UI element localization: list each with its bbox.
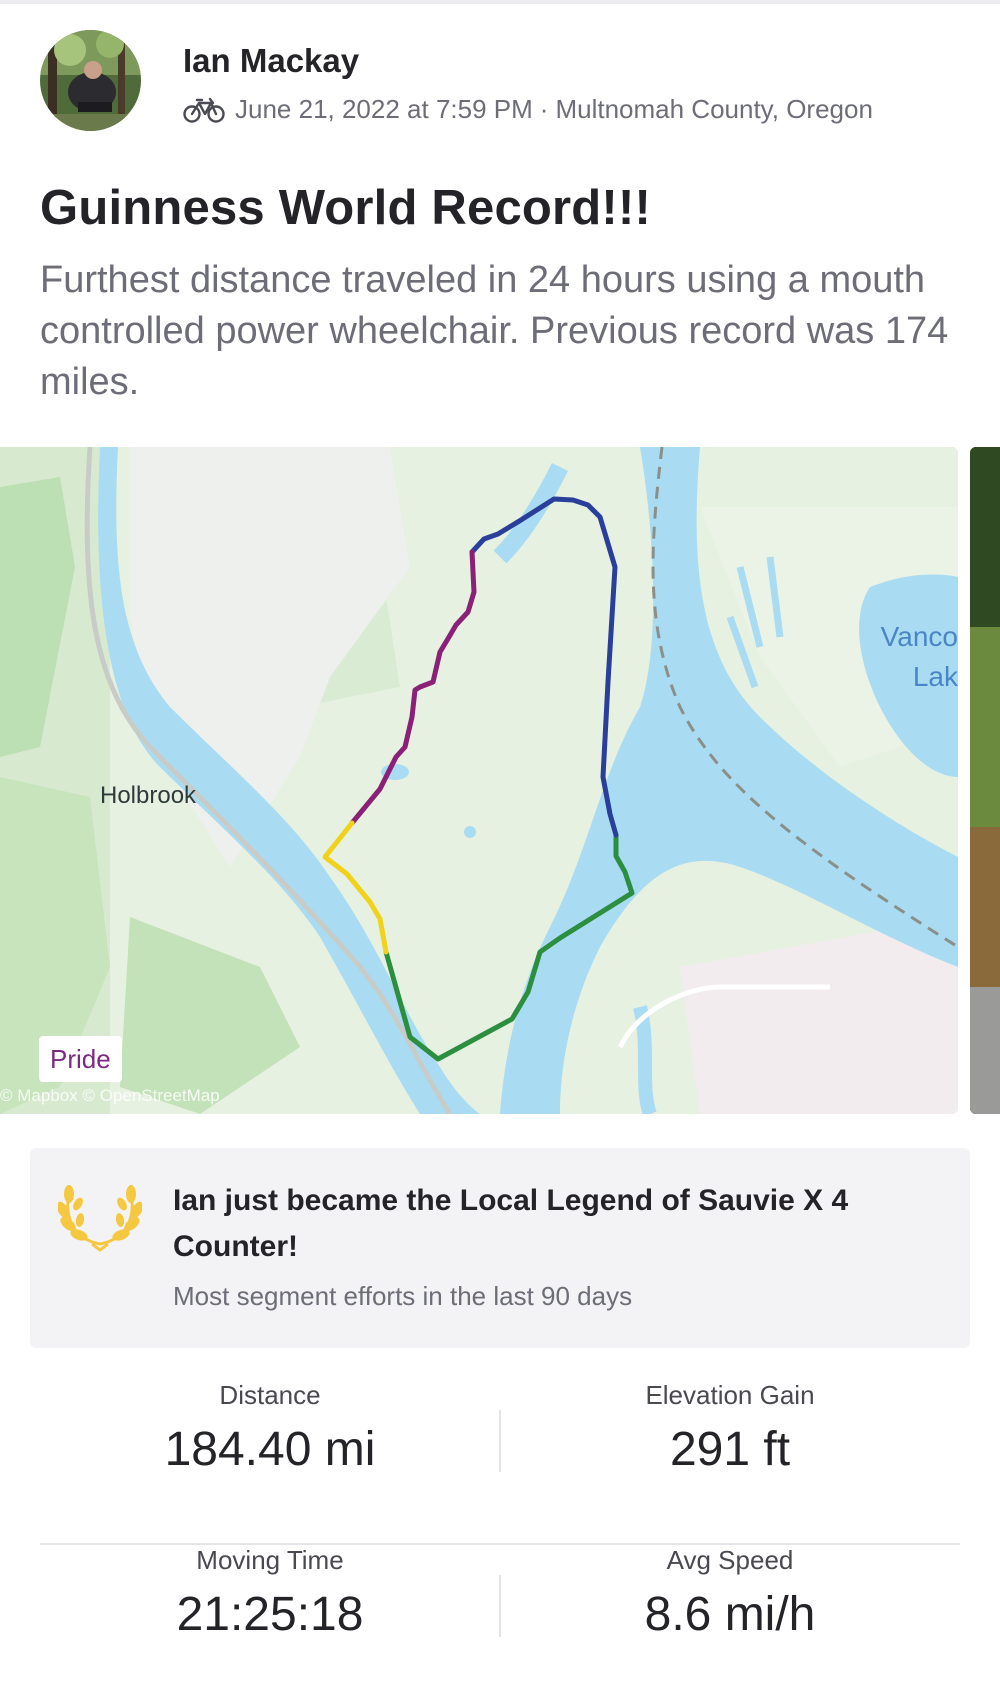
local-legend-title: Ian just became the Local Legend of Sauv…	[173, 1184, 849, 1263]
stat-value: 184.40 mi	[164, 1423, 376, 1476]
local-legend-card[interactable]: Ian just became the Local Legend of Sauv…	[30, 1148, 970, 1348]
avatar[interactable]	[40, 30, 141, 131]
top-divider	[0, 0, 1000, 4]
meta-separator: ·	[539, 94, 549, 124]
activity-location: Multnomah County, Oregon	[555, 94, 873, 124]
route-map[interactable]: Holbrook Vanco Lak	[0, 447, 958, 1114]
map-canvas	[0, 447, 958, 1114]
activity-header: Ian Mackay June 21, 2022 at 7:59 PM · Mu…	[40, 30, 980, 134]
next-photo-thumbnail[interactable]	[970, 447, 1000, 1114]
stat-label: Moving Time	[196, 1545, 344, 1575]
stats-row-1: Distance 184.40 mi Elevation Gain 291 ft	[40, 1380, 960, 1545]
stat-value: 291 ft	[669, 1423, 791, 1476]
stats-row-2: Moving Time 21:25:18 Avg Speed 8.6 mi/h	[40, 1545, 960, 1691]
map-attribution[interactable]: © Mapbox © OpenStreetMap	[0, 1086, 220, 1106]
stat-value: 21:25:18	[176, 1588, 364, 1641]
activity-description: Furthest distance traveled in 24 hours u…	[40, 259, 949, 403]
bike-icon	[183, 97, 225, 123]
activity-date: June 21, 2022 at 7:59 PM	[235, 94, 533, 124]
stat-moving-time: Moving Time 21:25:18	[40, 1545, 500, 1691]
activity-title[interactable]: Guinness World Record!!!	[40, 180, 651, 236]
author-name[interactable]: Ian Mackay	[183, 42, 359, 80]
stat-value: 8.6 mi/h	[644, 1588, 816, 1641]
stat-elevation-gain: Elevation Gain 291 ft	[500, 1380, 960, 1545]
stat-label: Distance	[219, 1380, 321, 1410]
activity-meta: June 21, 2022 at 7:59 PM · Multnomah Cou…	[183, 94, 873, 125]
stat-distance: Distance 184.40 mi	[40, 1380, 500, 1545]
pride-badge[interactable]: Pride	[39, 1036, 122, 1082]
stat-label: Elevation Gain	[645, 1380, 815, 1410]
stat-avg-speed: Avg Speed 8.6 mi/h	[500, 1545, 960, 1691]
map-label-vancouver-lake: Vanco Lak	[880, 621, 958, 692]
activity-stats: Distance 184.40 mi Elevation Gain 291 ft…	[40, 1380, 960, 1691]
laurel-wreath-icon	[58, 1185, 142, 1252]
local-legend-subtitle: Most segment efforts in the last 90 days	[173, 1281, 633, 1311]
stat-label: Avg Speed	[666, 1545, 794, 1575]
map-label-holbrook: Holbrook	[100, 782, 197, 809]
